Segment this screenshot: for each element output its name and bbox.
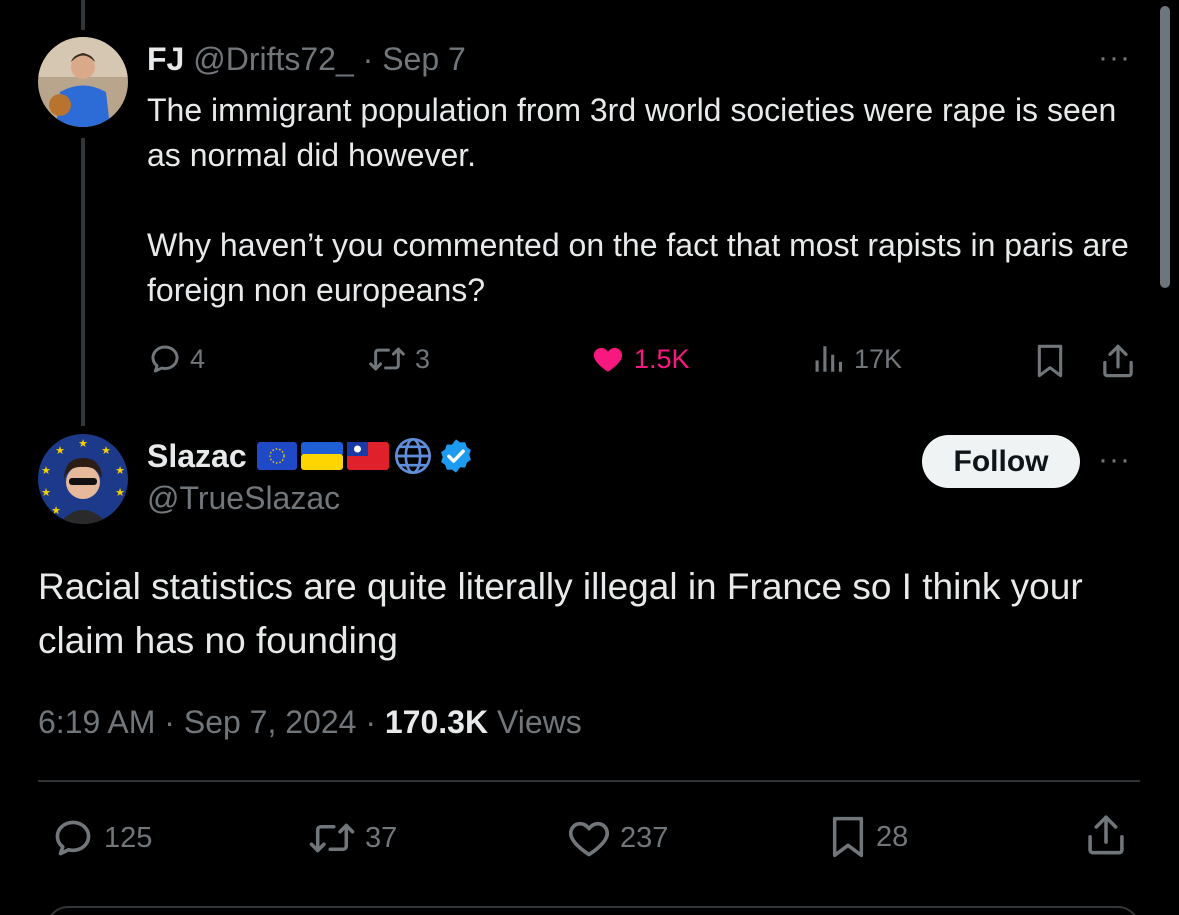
svg-text:★: ★ [55,445,65,457]
share-icon [1103,344,1133,378]
share-button[interactable] [1100,342,1136,380]
author-handle[interactable]: @Drifts72_ [193,41,354,77]
heart-outline-icon [568,821,610,857]
repost-button[interactable]: 3 [367,342,430,376]
separator-dot: · [164,704,175,740]
reply-button[interactable]: 125 [50,816,152,860]
svg-text:★: ★ [41,465,51,477]
taiwan-flag-icon [346,442,389,470]
repost-icon [369,347,405,371]
reply-tweet-header: FJ @Drifts72_ · Sep 7 [147,40,466,78]
reply-tweet-text: The immigrant population from 3rd world … [147,92,1129,308]
like-button[interactable]: 237 [566,816,668,860]
svg-text:★: ★ [115,487,125,499]
reply-icon [55,820,91,856]
bookmark-button[interactable]: 28 [828,812,908,862]
verified-badge-icon [440,439,471,473]
divider [38,780,1140,782]
bookmark-button[interactable] [1034,342,1066,380]
views-count: 17K [854,343,903,374]
svg-text:★: ★ [78,438,88,450]
scrollbar[interactable] [1160,6,1170,288]
separator-dot: · [362,41,374,77]
repost-icon [309,823,355,853]
bookmark-icon [1037,344,1063,378]
svg-text:★: ★ [115,465,125,477]
heart-filled-icon [593,347,623,372]
views-label: Views [496,704,582,740]
share-button[interactable] [1084,812,1128,858]
bookmark-count: 28 [876,820,909,853]
thread-connector-line [81,0,85,30]
author-handle[interactable]: @TrueSlazac [147,480,475,517]
avatar[interactable] [38,37,128,127]
svg-text:★: ★ [41,487,51,499]
tweet-metadata: 6:19 AM · Sep 7, 2024 · 170.3K Views [38,700,582,744]
reply-count: 4 [190,343,206,374]
svg-text:★: ★ [101,445,111,457]
reply-icon [151,345,179,373]
eu-flag-icon [256,442,297,470]
author-name[interactable]: FJ [147,41,184,77]
author-name[interactable]: Slazac [147,438,247,475]
ukraine-flag-icon [300,442,343,470]
tweet-thread-view: FJ @Drifts72_ · Sep 7 ··· The immigrant … [0,0,1179,915]
views-chart-icon [815,346,843,372]
tweet-time[interactable]: 6:19 AM [38,704,155,740]
repost-count: 37 [365,821,398,854]
repost-count: 3 [415,343,431,374]
repost-button[interactable]: 37 [307,816,397,860]
tweet-date[interactable]: Sep 7, 2024 [184,704,357,740]
thread-connector-line [81,138,85,426]
main-tweet-text: Racial statistics are quite literally il… [38,566,1083,661]
avatar[interactable]: ★ ★ ★ ★ ★ ★ ★ ★ [38,434,128,524]
views-button[interactable]: 17K [812,342,902,376]
more-options-icon[interactable]: ··· [1098,445,1131,475]
reply-composer[interactable] [46,906,1140,915]
follow-button[interactable]: Follow [922,435,1080,488]
reply-button[interactable]: 4 [148,342,205,376]
globe-icon [394,438,431,474]
bookmark-icon [832,816,864,858]
like-count: 1.5K [634,343,690,374]
more-options-icon[interactable]: ··· [1098,43,1131,73]
svg-text:★: ★ [51,505,61,517]
like-button[interactable]: 1.5K [590,342,690,376]
views-count: 170.3K [384,704,489,740]
tweet-date[interactable]: Sep 7 [382,41,466,77]
separator-dot: · [365,704,376,740]
reply-count: 125 [104,821,153,854]
share-icon [1088,815,1124,855]
like-count: 237 [620,821,669,854]
main-tweet-header: Slazac @TrueSlazac [147,434,475,517]
